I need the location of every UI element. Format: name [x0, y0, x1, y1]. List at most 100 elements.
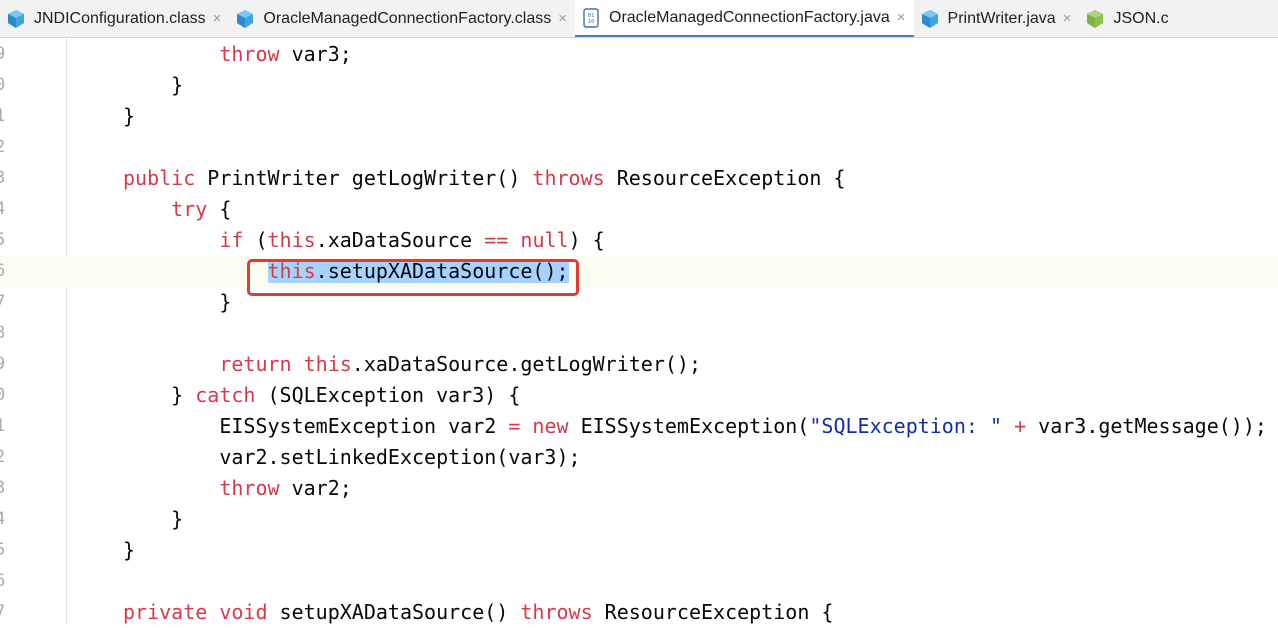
line-number[interactable]: 6 [0, 256, 15, 287]
tab-close-icon[interactable]: × [897, 9, 906, 26]
code-text: } [123, 535, 135, 566]
code-token: null [520, 228, 569, 252]
tab-0[interactable]: JNDIConfiguration.class × [0, 0, 229, 37]
code-token: } [123, 73, 184, 97]
code-text: if (this.xaDataSource == null) { [123, 225, 605, 256]
code-token: var3.getMessage()); [1026, 414, 1267, 438]
line-number[interactable]: 1 [0, 411, 15, 442]
code-line[interactable]: 1} [0, 101, 1278, 132]
line-number[interactable]: 1 [0, 101, 15, 132]
json-class-icon [1087, 9, 1104, 28]
line-number[interactable]: 6 [0, 566, 15, 597]
code-token: } [123, 290, 232, 314]
code-token: catch [195, 383, 256, 407]
code-line[interactable]: 5} [0, 535, 1278, 566]
class-icon [237, 9, 254, 28]
code-token: var2.setLinkedException(var3); [123, 445, 581, 469]
code-token: throws [520, 600, 593, 624]
tab-2[interactable]: 01 10 OracleManagedConnectionFactory.java × [575, 0, 914, 37]
line-number[interactable]: 5 [0, 225, 15, 256]
code-text: var2.setLinkedException(var3); [123, 442, 581, 473]
code-token: this [267, 228, 316, 252]
code-token: ( [243, 228, 268, 252]
code-line[interactable]: 7 private void setupXADataSource() throws… [0, 597, 1278, 628]
line-number[interactable]: 4 [0, 194, 15, 225]
code-line[interactable]: 3 public PrintWriter getLogWriter() throw… [0, 163, 1278, 194]
code-line[interactable]: 8 [0, 318, 1278, 349]
code-token: .xaDataSource.getLogWriter(); [351, 352, 701, 376]
code-line-current[interactable]: 6 this.setupXADataSource(); [0, 256, 1278, 287]
code-token: PrintWriter getLogWriter() [195, 166, 533, 190]
code-editor[interactable]: 9 throw var3; 0 } 1} 2 3 public PrintWriter g… [0, 38, 1278, 625]
java-source-icon: 0110 [583, 7, 599, 28]
code-line[interactable]: 0 } [0, 70, 1278, 101]
code-token: ResourceException { [604, 166, 846, 190]
tab-close-icon[interactable]: × [558, 10, 567, 27]
code-token: + [1014, 414, 1027, 438]
code-token: EISSystemException var2 [123, 414, 509, 438]
svg-text:10: 10 [588, 19, 595, 25]
code-line[interactable]: 3 throw var2; [0, 473, 1278, 504]
tab-1[interactable]: OracleManagedConnectionFactory.class × [229, 0, 575, 37]
line-number[interactable]: 5 [0, 535, 15, 566]
code-text: } catch (SQLException var3) { [123, 380, 520, 411]
tab-close-icon[interactable]: × [1063, 10, 1072, 27]
code-token: throw [219, 42, 280, 66]
code-token: { [207, 197, 232, 221]
code-line[interactable]: 2 var2.setLinkedException(var3); [0, 442, 1278, 473]
code-line[interactable]: 4 try { [0, 194, 1278, 225]
line-number[interactable]: 4 [0, 504, 15, 535]
line-number[interactable]: 3 [0, 473, 15, 504]
tab-4[interactable]: JSON.c [1079, 0, 1176, 37]
code-text: private void setupXADataSource() throws … [123, 597, 833, 628]
code-text: public PrintWriter getLogWriter() throws… [123, 163, 845, 194]
code-token: == [484, 228, 509, 252]
code-token: try [171, 197, 208, 221]
line-number[interactable]: 9 [0, 39, 15, 70]
line-number[interactable]: 2 [0, 442, 15, 473]
code-token: .xaDataSource [315, 228, 485, 252]
tab-label: JNDIConfiguration.class [34, 9, 206, 27]
line-number[interactable]: 7 [0, 597, 15, 628]
line-number[interactable]: 7 [0, 287, 15, 318]
line-number[interactable]: 3 [0, 163, 15, 194]
code-token: new [532, 414, 569, 438]
line-number[interactable]: 0 [0, 380, 15, 411]
code-line[interactable]: 5 if (this.xaDataSource == null) { [0, 225, 1278, 256]
code-token: (SQLException var3) { [255, 383, 521, 407]
class-icon [921, 9, 938, 28]
code-line[interactable]: 2 [0, 132, 1278, 163]
code-token: throws [532, 166, 605, 190]
line-number[interactable]: 8 [0, 318, 15, 349]
code-line[interactable]: 1 EISSystemException var2 = new EISSyste… [0, 411, 1278, 442]
line-number[interactable]: 9 [0, 349, 15, 380]
code-line[interactable]: 9 return this.xaDataSource.getLogWriter(… [0, 349, 1278, 380]
code-token: var3; [279, 42, 352, 66]
tab-label: OracleManagedConnectionFactory.java [609, 8, 890, 26]
code-token: = [508, 414, 521, 438]
code-text: EISSystemException var2 = new EISSystemE… [123, 411, 1267, 442]
tab-3[interactable]: PrintWriter.java × [914, 0, 1080, 37]
line-number[interactable]: 0 [0, 70, 15, 101]
tab-close-icon[interactable]: × [213, 10, 222, 27]
code-line[interactable]: 9 throw var3; [0, 39, 1278, 70]
line-number[interactable]: 2 [0, 132, 15, 163]
code-line[interactable]: 6 [0, 566, 1278, 597]
code-token: EISSystemException( [568, 414, 810, 438]
code-line[interactable]: 7 } [0, 287, 1278, 318]
class-icon [8, 9, 24, 28]
code-token: ) { [568, 228, 605, 252]
code-text: try { [123, 194, 231, 225]
tab-label: OracleManagedConnectionFactory.class [263, 9, 552, 27]
code-token: if [219, 228, 244, 252]
code-line[interactable]: 4 } [0, 504, 1278, 535]
code-line[interactable]: 0 } catch (SQLException var3) { [0, 380, 1278, 411]
